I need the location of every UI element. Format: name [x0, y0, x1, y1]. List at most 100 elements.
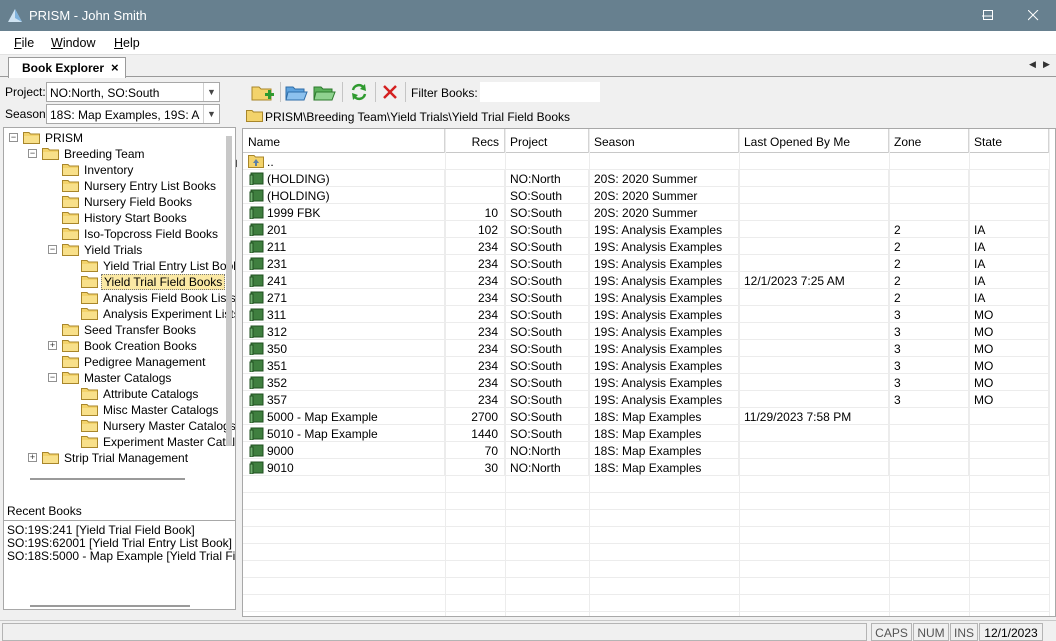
column-header-season[interactable]: Season [589, 129, 739, 153]
cell-recs: 234 [445, 272, 505, 289]
empty-row [243, 510, 1049, 527]
table-row[interactable]: 211 234 SO:South 19S: Analysis Examples 2 IA [243, 238, 1049, 255]
table-row[interactable]: 201 102 SO:South 19S: Analysis Examples 2 IA [243, 221, 1049, 238]
cell-season: 19S: Analysis Examples [589, 238, 739, 255]
season-select[interactable]: 18S: Map Examples, 19S: Analysis ▼ [46, 104, 220, 124]
folder-icon [62, 340, 79, 352]
project-select[interactable]: NO:North, SO:South ▼ [46, 82, 220, 102]
cell-name: 9010 [243, 459, 445, 476]
cell-project: SO:South [505, 306, 589, 323]
column-header-state[interactable]: State [969, 129, 1049, 153]
tab-book-explorer[interactable]: Book Explorer × [8, 57, 126, 78]
table-row[interactable]: 350 234 SO:South 19S: Analysis Examples 3 MO [243, 340, 1049, 357]
chevron-down-icon[interactable]: ▼ [203, 105, 219, 123]
column-header-name[interactable]: Name [243, 129, 445, 153]
delete-button[interactable] [378, 81, 402, 103]
cell-zone [889, 187, 969, 204]
tree-node-label: History Start Books [84, 211, 187, 225]
cell-recs: 10 [445, 204, 505, 221]
refresh-button[interactable] [347, 81, 371, 103]
recent-item[interactable]: SO:18S:5000 - Map Example [Yield Trial F… [7, 549, 235, 563]
cell-opened [739, 357, 889, 374]
collapse-icon[interactable]: − [48, 373, 57, 382]
column-header-recs[interactable]: Recs [445, 129, 505, 153]
tree-node-label: Pedigree Management [84, 355, 206, 369]
column-header-last-opened[interactable]: Last Opened By Me [739, 129, 889, 153]
expand-icon[interactable]: + [48, 341, 57, 350]
cell-name: 5010 - Map Example [243, 425, 445, 442]
table-row[interactable]: 9000 70 NO:North 18S: Map Examples [243, 442, 1049, 459]
column-header-project[interactable]: Project [505, 129, 589, 153]
maximize-button[interactable] [965, 0, 1011, 31]
recent-item[interactable]: SO:19S:62001 [Yield Trial Entry List Boo… [7, 536, 232, 550]
menu-bar: File Window Help [0, 31, 1056, 55]
status-bar: CAPS NUM INS 12/1/2023 [0, 620, 1056, 641]
collapse-icon[interactable]: − [28, 149, 37, 158]
table-row[interactable]: 231 234 SO:South 19S: Analysis Examples 2 IA [243, 255, 1049, 272]
close-window-button[interactable] [1010, 0, 1056, 31]
collapse-icon[interactable]: − [9, 133, 18, 142]
menu-help[interactable]: Help [114, 36, 140, 50]
table-row[interactable]: 1999 FBK 10 SO:South 20S: 2020 Summer [243, 204, 1049, 221]
tree-node-label: Breeding Team [64, 147, 145, 161]
open-folder-button[interactable] [285, 81, 309, 103]
tab-close-icon[interactable]: × [111, 60, 119, 75]
folder-icon [81, 260, 98, 272]
current-path: PRISM\Breeding Team\Yield Trials\Yield T… [265, 110, 571, 124]
empty-row [243, 476, 1049, 493]
table-row-parent[interactable]: .. [243, 153, 1049, 170]
table-row[interactable]: 271 234 SO:South 19S: Analysis Examples 2 IA [243, 289, 1049, 306]
open-folder-green-button[interactable] [313, 81, 337, 103]
cell-season: 20S: 2020 Summer [589, 204, 739, 221]
recent-item[interactable]: SO:19S:241 [Yield Trial Field Book] [7, 523, 195, 537]
cell-recs: 1440 [445, 425, 505, 442]
table-row[interactable]: 311 234 SO:South 19S: Analysis Examples 3 MO [243, 306, 1049, 323]
minimize-button-2[interactable] [918, 0, 964, 31]
collapse-icon[interactable]: − [48, 245, 57, 254]
ins-indicator: INS [950, 623, 978, 641]
menu-file[interactable]: File [14, 36, 34, 50]
tree-node-label: Strip Trial Management [64, 451, 189, 465]
cell-project: NO:North [505, 459, 589, 476]
cell-name: 352 [243, 374, 445, 391]
horizontal-scrollbar[interactable] [30, 605, 190, 607]
cell-season: 20S: 2020 Summer [589, 187, 739, 204]
table-row[interactable]: 312 234 SO:South 19S: Analysis Examples 3 MO [243, 323, 1049, 340]
left-panel: Project: NO:North, SO:South ▼ Season: 18… [0, 77, 240, 617]
caps-indicator: CAPS [871, 623, 912, 641]
cell-season: 19S: Analysis Examples [589, 255, 739, 272]
cell-opened [739, 289, 889, 306]
table-row[interactable]: 241 234 SO:South 19S: Analysis Examples 12/1… [243, 272, 1049, 289]
new-folder-button[interactable] [251, 81, 275, 103]
cell-name: 201 [243, 221, 445, 238]
tab-scroll-right-icon[interactable]: ▶ [1043, 59, 1050, 70]
table-row[interactable]: 5000 - Map Example 2700 SO:South 18S: Map E… [243, 408, 1049, 425]
cell-recs: 234 [445, 238, 505, 255]
cell-recs [445, 187, 505, 204]
table-row[interactable]: 5010 - Map Example 1440 SO:South 18S: Map E… [243, 425, 1049, 442]
folder-tree[interactable]: PRISM − Breeding Team − Inventory Nursery Ent… [3, 127, 236, 569]
folder-icon [81, 404, 98, 416]
tab-scroll-left-icon[interactable]: ◀ [1029, 59, 1036, 70]
folder-icon [23, 132, 40, 144]
table-row[interactable]: 352 234 SO:South 19S: Analysis Examples 3 MO [243, 374, 1049, 391]
cell-season: 18S: Map Examples [589, 408, 739, 425]
new-folder-icon [251, 86, 274, 101]
menu-window[interactable]: Window [51, 36, 95, 50]
cell-season: 19S: Analysis Examples [589, 323, 739, 340]
column-header-zone[interactable]: Zone [889, 129, 969, 153]
cell-zone: 3 [889, 374, 969, 391]
chevron-down-icon[interactable]: ▼ [203, 83, 219, 101]
expand-icon[interactable]: + [28, 453, 37, 462]
recent-books-list[interactable]: SO:19S:241 [Yield Trial Field Book] SO:1… [3, 520, 236, 610]
cell-opened: 11/29/2023 7:58 PM [739, 408, 889, 425]
table-row[interactable]: 357 234 SO:South 19S: Analysis Examples 3 MO [243, 391, 1049, 408]
horizontal-scrollbar[interactable] [30, 478, 185, 480]
cell-state [969, 408, 1049, 425]
filter-books-input[interactable] [480, 82, 600, 102]
table-row[interactable]: (HOLDING) NO:North 20S: 2020 Summer [243, 170, 1049, 187]
table-row[interactable]: 9010 30 NO:North 18S: Map Examples [243, 459, 1049, 476]
table-row[interactable]: 351 234 SO:South 19S: Analysis Examples 3 MO [243, 357, 1049, 374]
vertical-scrollbar[interactable] [226, 136, 232, 446]
table-row[interactable]: (HOLDING) SO:South 20S: 2020 Summer [243, 187, 1049, 204]
